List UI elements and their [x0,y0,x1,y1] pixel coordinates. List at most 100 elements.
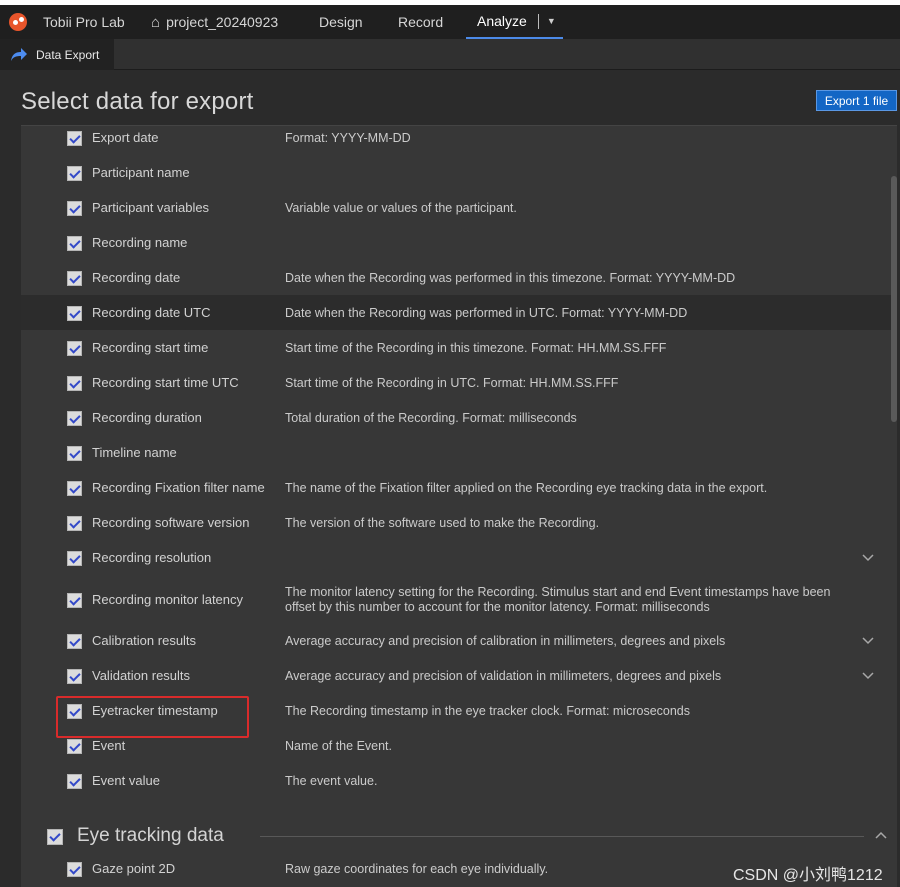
field-row: Recording monitor latency The monitor la… [21,575,895,625]
field-description: Format: YYYY-MM-DD [285,131,411,145]
field-checkbox[interactable] [67,306,82,321]
tab-record[interactable]: Record [398,5,443,39]
field-row: Event value The event value. [21,765,895,800]
field-row: Recording resolution [21,540,895,575]
field-name: Recording name [92,235,188,250]
project-name: project_20240923 [166,14,279,30]
field-checkbox[interactable] [67,236,82,251]
field-checkbox[interactable] [67,166,82,181]
field-checkbox[interactable] [67,201,82,216]
field-description: The monitor latency setting for the Reco… [285,585,831,614]
field-name: Calibration results [92,633,197,648]
field-row: Recording name [21,225,895,260]
field-row: Export date Format: YYYY-MM-DD [21,126,895,155]
field-row: Recording date Date when the Recording w… [21,260,895,295]
field-name: Recording resolution [92,550,212,565]
field-checkbox[interactable] [67,341,82,356]
field-description: Name of the Event. [285,739,393,753]
section-title: Eye tracking data [77,825,224,846]
field-name: Recording date UTC [92,305,211,320]
field-checkbox[interactable] [67,271,82,286]
field-name: Participant name [92,165,190,180]
field-row: Validation results Average accuracy and … [21,660,895,695]
field-row: Participant variables Variable value or … [21,190,895,225]
chevron-down-icon[interactable] [861,550,875,564]
field-row: Recording Fixation filter name The name … [21,470,895,505]
section-checkbox[interactable] [47,829,63,845]
page-title: Select data for export [21,88,254,115]
app-name: Tobii Pro Lab [43,14,125,30]
field-checkbox[interactable] [67,669,82,684]
field-description: The name of the Fixation filter applied … [285,481,768,495]
field-name: Recording start time [92,340,209,355]
field-name: Export date [92,130,159,145]
field-checkbox[interactable] [67,593,82,608]
field-row: Recording start time UTC Start time of t… [21,365,895,400]
tab-analyze-label: Analyze [477,13,527,29]
field-description: Date when the Recording was performed in… [285,306,688,320]
field-description: Average accuracy and precision of valida… [285,669,722,683]
project-breadcrumb[interactable]: ⌂ project_20240923 [151,5,278,39]
field-name: Event [92,738,126,753]
field-checkbox[interactable] [67,862,82,877]
field-row: Recording start time Start time of the R… [21,330,895,365]
field-row: Recording duration Total duration of the… [21,400,895,435]
field-checkbox[interactable] [67,551,82,566]
field-description: Start time of the Recording in UTC. Form… [285,376,619,390]
tab-separator [537,13,539,29]
field-checkbox[interactable] [67,411,82,426]
field-name: Recording software version [92,515,250,530]
field-row: Recording software version The version o… [21,505,895,540]
watermark: CSDN @小刘鸭1212 [733,867,883,884]
app-title-bar: Tobii Pro Lab ⌂ project_20240923 Design … [0,0,900,39]
tab-data-export[interactable]: Data Export [0,39,114,70]
field-name: Recording duration [92,410,202,425]
field-description: Date when the Recording was performed in… [285,271,736,285]
field-checkbox[interactable] [67,376,82,391]
field-name: Recording Fixation filter name [92,480,265,495]
field-name: Validation results [92,668,191,683]
field-name: Gaze point 2D [92,861,176,876]
home-icon: ⌂ [151,13,161,31]
field-name: Recording monitor latency [92,592,244,607]
field-description: Total duration of the Recording. Format:… [285,411,577,425]
field-name: Participant variables [92,200,210,215]
field-description: The Recording timestamp in the eye track… [285,704,691,718]
field-checkbox[interactable] [67,774,82,789]
field-description: The version of the software used to make… [285,516,600,530]
field-checkbox[interactable] [67,739,82,754]
tobii-logo-icon [9,13,27,31]
field-checkbox[interactable] [67,446,82,461]
export-fields-panel[interactable]: Export date Format: YYYY-MM-DD Participa… [21,125,897,887]
chevron-up-icon[interactable] [874,829,888,843]
sub-toolbar: Data Export [0,39,900,70]
field-description: The event value. [285,774,378,788]
field-checkbox[interactable] [67,516,82,531]
field-description: Start time of the Recording in this time… [285,341,667,355]
field-row: Participant name [21,155,895,190]
chevron-down-icon[interactable] [861,633,875,647]
field-checkbox[interactable] [67,634,82,649]
tab-design[interactable]: Design [319,5,363,39]
field-name: Timeline name [92,445,177,460]
field-checkbox[interactable] [67,131,82,146]
export-arrow-icon [11,47,27,61]
field-checkbox[interactable] [67,481,82,496]
field-row: Timeline name [21,435,895,470]
tab-analyze[interactable]: Analyze ▼ [466,5,563,39]
field-row-hovered: Recording date UTC Date when the Recordi… [21,295,895,330]
section-divider [260,836,864,837]
field-name: Recording start time UTC [92,375,239,390]
export-button[interactable]: Export 1 file [816,90,897,111]
field-description: Variable value or values of the particip… [285,201,517,215]
field-row: Calibration results Average accuracy and… [21,625,895,660]
scrollbar[interactable] [891,176,897,422]
chevron-down-icon[interactable] [861,668,875,682]
field-name: Event value [92,773,160,788]
field-description: Average accuracy and precision of calibr… [285,634,726,648]
annotation-highlight-box [56,696,249,738]
field-description: Raw gaze coordinates for each eye indivi… [285,862,549,876]
tab-data-export-label: Data Export [36,47,100,62]
chevron-down-icon[interactable]: ▼ [547,16,556,26]
field-name: Recording date [92,270,181,285]
